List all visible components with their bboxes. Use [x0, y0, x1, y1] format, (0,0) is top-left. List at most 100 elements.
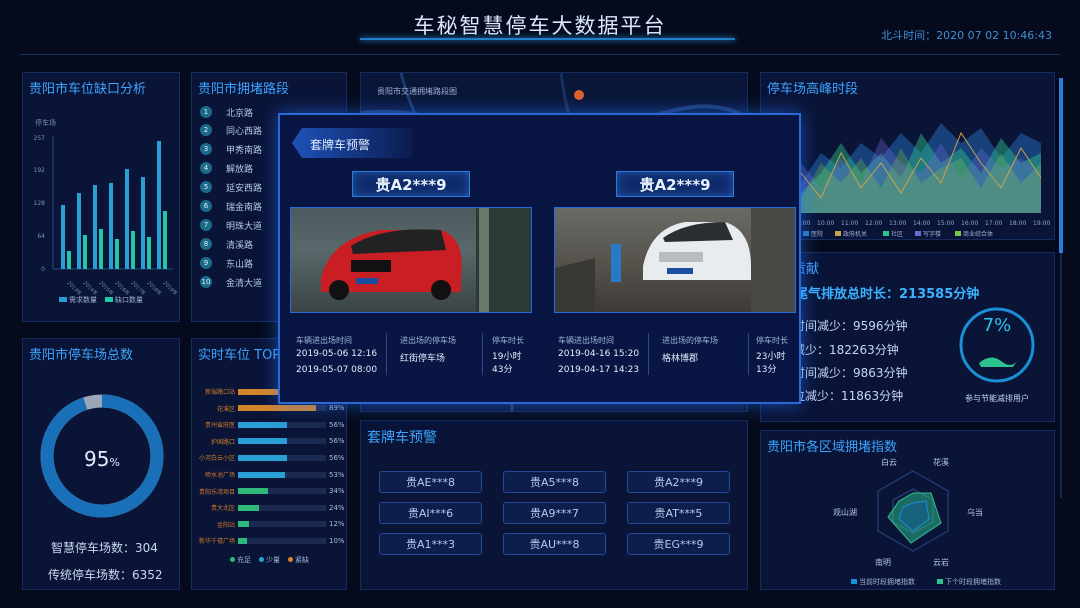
parking-gap-title: 贵阳市车位缺口分析 [29, 82, 147, 97]
entry-time: 2019-05-06 12:16 [296, 349, 378, 359]
peak-legend-swatch [883, 231, 889, 236]
peak-legend-swatch [915, 231, 921, 236]
realtime-row-label: 贵州省府医 [204, 422, 235, 430]
demand-bar [157, 141, 161, 269]
realtime-row[interactable]: 贵阳乐湾项目 34% [197, 487, 345, 496]
gap-bar [147, 237, 151, 269]
peak-legend-label: 医院 [811, 230, 823, 238]
radar-legend: 当前时段拥堵指数 [859, 577, 915, 586]
road-item[interactable]: 6 瑞金南路 [200, 199, 262, 213]
modal-tab[interactable]: 套牌车预警 [292, 128, 412, 158]
parking-duration: 23小时13分 [756, 352, 786, 375]
traditional-parking-count: 传统停车场数：6352 [48, 568, 163, 582]
column-divider [748, 333, 749, 375]
realtime-row[interactable]: 贵州省府医 56% [197, 420, 345, 430]
realtime-legend: 充足 少量 紧缺 [230, 555, 309, 565]
plate-chip[interactable]: 贵A2***9 [627, 471, 730, 493]
realtime-row[interactable]: 护国路口 56% [197, 437, 345, 446]
realtime-row-pct: 56% [329, 437, 345, 446]
plate-number-left: 贵A2***9 [352, 171, 470, 197]
plate-chip[interactable]: 贵A5***8 [503, 471, 606, 493]
road-item[interactable]: 8 清溪路 [200, 237, 253, 251]
realtime-row[interactable]: 花溪区 89% [197, 404, 345, 413]
region-congestion-panel: 贵阳市各区域拥堵指数 白云 花溪 乌当 云岩 南明 观山湖 当前时段拥堵指数 下… [760, 430, 1055, 590]
column-divider [482, 333, 483, 375]
realtime-row-label: 新瑞路口站 [204, 389, 235, 396]
peak-legend-swatch [803, 231, 809, 236]
realtime-row-track [238, 405, 326, 412]
clock: 北斗时间：2020 07 02 10:46:43 [881, 27, 1052, 43]
radar-axis: 花溪 [933, 457, 949, 467]
rank-number: 3 [200, 143, 212, 155]
peak-x-label: 10:00 [817, 220, 834, 227]
road-item[interactable]: 9 东山路 [200, 256, 253, 270]
realtime-row[interactable]: 新华千禧广场 10% [197, 536, 345, 546]
gap-bar [99, 229, 103, 269]
peak-legend-label: 政府机关 [843, 230, 867, 238]
realtime-row[interactable]: 小河白云小区 56% [197, 453, 345, 463]
legend-dot-scarce [288, 557, 293, 562]
rank-number: 6 [200, 200, 212, 212]
rank-number: 9 [200, 257, 212, 269]
plate-chip[interactable]: 贵EG***9 [627, 533, 730, 555]
peak-hours-panel: 停车场高峰时段 09:00 10:00 11:00 12:00 13:00 14:00 15… [760, 72, 1055, 240]
peak-x-label: 15:00 [937, 220, 954, 227]
x-label: 2013年 [66, 279, 83, 296]
peak-x-label: 11:00 [841, 220, 858, 227]
plate-chip[interactable]: 贵AE***8 [379, 471, 482, 493]
plate-chip[interactable]: 贵AT***5 [627, 502, 730, 524]
smart-parking-count: 智慧停车场数：304 [51, 541, 158, 555]
peak-x-label: 12:00 [865, 220, 882, 227]
peak-legend-label: 商业综合体 [963, 230, 993, 238]
road-item[interactable]: 10 金清大道 [200, 275, 262, 289]
realtime-row-label: 小河白云小区 [198, 455, 235, 463]
demand-bar [109, 183, 113, 269]
modal-tab-label: 套牌车预警 [310, 138, 371, 152]
realtime-row-track [238, 537, 326, 544]
peak-legend-swatch [835, 231, 841, 236]
info-head-lot: 进出场的停车场 [662, 336, 718, 345]
realtime-row-fill [238, 504, 260, 511]
plate-chip[interactable]: 贵A9***7 [503, 502, 606, 524]
parking-gap-panel: 贵阳市车位缺口分析 停车场 257 192 128 64 0 2013年 201… [22, 72, 180, 322]
plate-chip[interactable]: 贵AI***6 [379, 502, 482, 524]
plate-chip[interactable]: 贵AU***8 [503, 533, 606, 555]
plate-chip[interactable]: 贵A1***3 [379, 533, 482, 555]
road-item[interactable]: 4 解放路 [200, 161, 253, 175]
environment-panel: 环保贡献 减少尾气排放总时长：213585分钟 寻车时间减少：9596分钟 诱导… [760, 252, 1055, 422]
legend-dot-few [259, 557, 264, 562]
realtime-row[interactable]: 喷水池广场 53% [197, 470, 345, 480]
road-item[interactable]: 3 甲秀南路 [200, 142, 262, 156]
realtime-row-pct: 56% [329, 453, 345, 462]
x-labels: 2013年 2014年 2015年 2016年 2017年 2018年 2019… [66, 279, 179, 296]
y-tick: 64 [37, 233, 45, 240]
title-underline [360, 38, 735, 40]
road-item[interactable]: 2 同心西路 [200, 123, 262, 137]
road-name: 金清大道 [226, 278, 263, 289]
legend-label: 少量 [266, 556, 280, 564]
realtime-row[interactable]: 金阳站 12% [197, 520, 345, 529]
car-photo-left-art [321, 208, 531, 312]
peak-x-label: 17:00 [985, 220, 1002, 227]
scrollbar-thumb[interactable] [1059, 78, 1063, 253]
peak-legend-label: 写字楼 [923, 230, 941, 238]
demand-bar [141, 177, 145, 269]
rank-number: 4 [200, 162, 212, 174]
rank-number: 7 [200, 219, 212, 231]
realtime-row-label: 金阳站 [216, 521, 235, 529]
road-item[interactable]: 5 延安西路 [200, 180, 262, 194]
energy-ring-label: 参与节能减排用户 [965, 394, 1029, 403]
info-head-time: 车辆进出场时间 [296, 336, 352, 345]
road-item[interactable]: 1 北京路 [200, 105, 253, 119]
legend-item: 少量 [259, 555, 280, 565]
rank-number: 10 [200, 276, 212, 288]
legend-label-gap: 缺口数量 [115, 295, 143, 304]
clock-label: 北斗时间： [881, 29, 937, 42]
realtime-row[interactable]: 贵大北区 24% [197, 503, 345, 513]
realtime-row-fill [238, 537, 247, 544]
legend-swatch-demand [59, 297, 67, 302]
road-item[interactable]: 7 明珠大道 [200, 218, 262, 232]
rank-number: 8 [200, 238, 212, 250]
realtime-parking-title: 实时车位 TOP [198, 348, 281, 363]
realtime-row-fill [238, 405, 317, 412]
